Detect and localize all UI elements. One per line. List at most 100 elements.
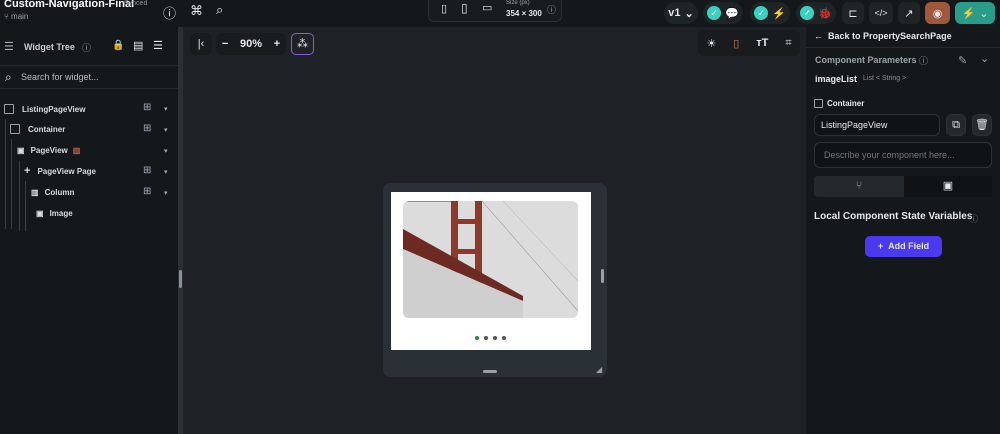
info-icon[interactable]: ⓘ	[547, 3, 556, 16]
warning-icon: ▥	[72, 145, 81, 155]
check-icon: ✓	[754, 6, 769, 20]
desktop-icon[interactable]: ▭	[482, 1, 492, 14]
chevron-down-icon[interactable]: ▾	[164, 147, 168, 155]
tree-item-label: Column	[44, 187, 75, 197]
listing-page-view[interactable]	[391, 192, 591, 350]
collapse-panel-icon[interactable]: |‹	[190, 33, 212, 55]
actions-button[interactable]: ✓ ⚡	[750, 2, 790, 24]
tree-item-pageview-page[interactable]: + PageView Page	[24, 161, 96, 181]
comments-button[interactable]: ✓ 💬	[703, 2, 743, 24]
device-frame: ◢	[383, 183, 607, 377]
param-name[interactable]: imageList	[815, 74, 857, 84]
add-widget-icon[interactable]: ⊞	[143, 186, 151, 197]
info-icon[interactable]: ⓘ	[82, 41, 91, 54]
zoom-out-icon[interactable]: −	[222, 38, 228, 50]
chevron-down-icon[interactable]: ▾	[164, 189, 168, 197]
light-mode-icon[interactable]: ☀	[706, 37, 716, 50]
branch-name[interactable]: ⑂ main	[4, 12, 28, 21]
run-button[interactable]: ⚡ ⌄	[955, 2, 995, 24]
canvas-tools-icon[interactable]: ⁂	[291, 33, 314, 55]
add-widget-icon[interactable]: ⊞	[143, 165, 151, 176]
chevron-down-icon: ⌄	[979, 7, 989, 20]
tree-item-listingpageview[interactable]: ListingPageView	[4, 99, 85, 119]
preview-eye-icon[interactable]: ◉	[925, 2, 950, 24]
info-icon[interactable]: ⓘ	[919, 54, 928, 67]
add-widget-icon[interactable]: ⊞	[143, 102, 151, 113]
resize-handle-right[interactable]	[601, 269, 604, 283]
branch-icon: ⑂	[4, 12, 12, 21]
bolt-icon: ⚡	[961, 7, 976, 20]
ui-view-icon[interactable]: ▣	[904, 176, 992, 197]
indicator-dot-active[interactable]	[475, 336, 479, 340]
logic-view-icon[interactable]: ⑂	[814, 176, 904, 197]
version-selector[interactable]: v1 ⌄	[664, 2, 698, 24]
layout-settings-icon[interactable]: ⌗	[785, 37, 791, 50]
layout-icon[interactable]: ▤	[133, 39, 143, 52]
search-icon[interactable]: ⌕	[216, 2, 223, 18]
branch-label: main	[11, 12, 29, 21]
search-input[interactable]: ⌕ Search for widget...	[0, 65, 178, 89]
container-icon	[4, 104, 14, 114]
tree-item-container[interactable]: Container	[10, 119, 65, 139]
zoom-control: −90% +	[216, 33, 286, 55]
column-icon: ▥	[31, 187, 39, 197]
tree-item-label: ListingPageView	[22, 104, 86, 114]
lock-icon[interactable]: 🔒	[112, 40, 124, 51]
tree-item-image[interactable]: ▣ Image	[36, 203, 73, 223]
tree-item-label: PageView	[30, 145, 68, 155]
device-selector: ▯ ▯ ▭ Size (px) 354 × 300 ⓘ	[428, 0, 562, 22]
command-icon[interactable]: ⌘	[190, 3, 203, 19]
text-scale-icon[interactable]: ᴛT	[756, 37, 768, 49]
project-name: Custom-Navigation-Final	[4, 0, 135, 10]
resize-handle-bottom[interactable]	[483, 370, 497, 373]
search-icon: ⌕	[5, 70, 12, 84]
plus-icon: +	[877, 241, 886, 251]
panel-resize-handle[interactable]	[178, 27, 183, 434]
delete-icon[interactable]: 🗑	[972, 114, 992, 136]
chevron-down-icon[interactable]: ▾	[164, 126, 168, 134]
chevron-down-icon[interactable]: ⌄	[980, 52, 989, 65]
bridge-image[interactable]	[403, 201, 578, 318]
tree-item-column[interactable]: ▥ Column	[31, 182, 74, 202]
add-field-button[interactable]: + Add Field	[865, 236, 942, 257]
plus-icon: +	[24, 165, 31, 177]
indicator-dot[interactable]	[502, 336, 506, 340]
arrow-left-icon: ←	[814, 31, 826, 41]
debug-button[interactable]: ✓ 🐞	[796, 2, 836, 24]
param-type: List < String >	[863, 75, 907, 82]
info-icon[interactable]: ⓘ	[969, 212, 978, 225]
sort-icon[interactable]: ☰	[153, 39, 163, 52]
page-indicator[interactable]	[475, 336, 506, 340]
tree-item-label: PageView Page	[37, 166, 96, 176]
zoom-in-icon[interactable]: +	[274, 38, 280, 50]
bug-icon: 🐞	[818, 7, 832, 20]
chevron-down-icon[interactable]: ▾	[164, 168, 168, 176]
state-title: Local Component State Variables	[814, 211, 973, 222]
resize-corner-icon[interactable]: ◢	[596, 365, 602, 374]
indicator-dot[interactable]	[493, 336, 497, 340]
section-title: Component Parameters	[815, 55, 917, 65]
back-link[interactable]: ← Back to PropertySearchPage	[814, 31, 952, 41]
back-label: Back to PropertySearchPage	[828, 31, 952, 41]
duplicate-icon[interactable]: ⧉	[946, 114, 966, 136]
help-icon[interactable]: ⓘ	[163, 3, 176, 22]
tree-item-label: Image	[49, 208, 73, 218]
component-name-input[interactable]: ListingPageView	[814, 114, 940, 136]
open-external-icon[interactable]: ↗	[898, 2, 920, 24]
device-frame-icon[interactable]: ▯	[733, 37, 739, 50]
search-placeholder: Search for widget...	[21, 72, 99, 82]
indicator-dot[interactable]	[484, 336, 488, 340]
tree-item-pageview[interactable]: ▣ PageView ▥	[17, 140, 80, 160]
description-input[interactable]: Describe your component here...	[814, 142, 992, 168]
root-widget: Container	[814, 99, 864, 108]
tablet-icon[interactable]: ▯	[461, 1, 468, 15]
top-bar: Custom-Navigation-Final Synced ⑂ main ⓘ …	[0, 0, 1000, 27]
code-icon[interactable]: </>	[869, 2, 893, 24]
chevron-down-icon[interactable]: ▾	[164, 105, 168, 113]
edit-icon[interactable]: ✎	[958, 54, 967, 67]
size-value[interactable]: 354 × 300	[506, 9, 542, 18]
zoom-level: 90%	[239, 38, 262, 50]
flow-icon[interactable]: ⊏	[842, 2, 864, 24]
phone-icon[interactable]: ▯	[441, 2, 447, 15]
add-widget-icon[interactable]: ⊞	[143, 123, 151, 134]
